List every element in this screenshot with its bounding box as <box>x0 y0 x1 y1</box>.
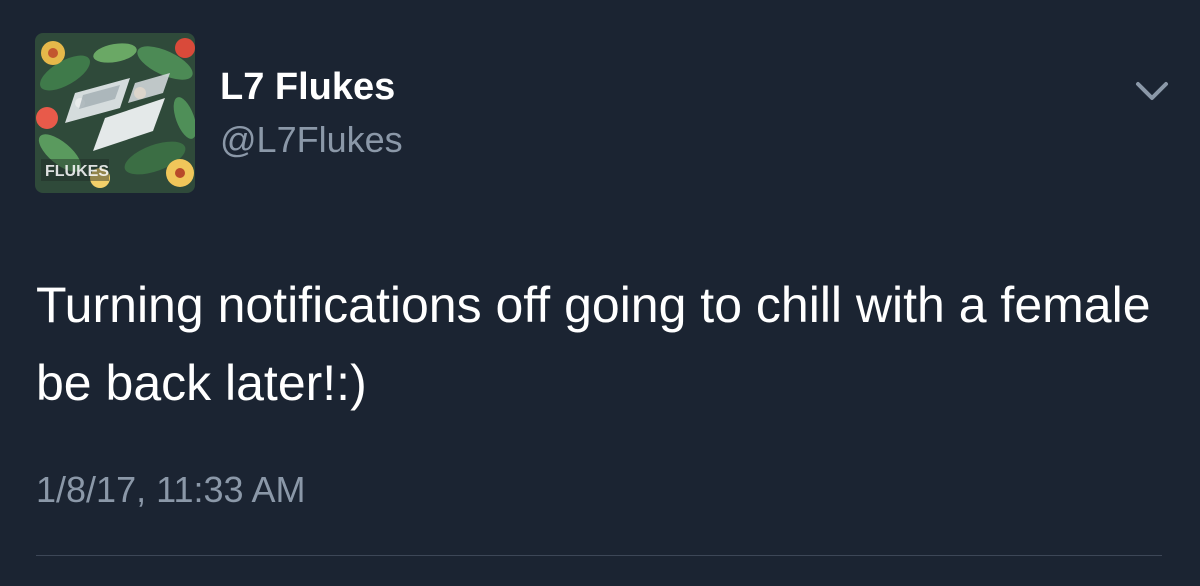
profile-avatar[interactable]: FLUKES <box>35 33 195 193</box>
user-handle[interactable]: @L7Flukes <box>220 118 403 162</box>
avatar-floral-logo-image: FLUKES <box>35 33 195 193</box>
tweet-timestamp: 1/8/17, 11:33 AM <box>36 469 306 510</box>
tweet-text: Turning notifications off going to chill… <box>36 277 1151 411</box>
divider <box>36 555 1162 556</box>
display-name[interactable]: L7 Flukes <box>220 64 395 110</box>
tweet-card: FLUKES L7 Flukes @L7Flukes Turning notif… <box>0 0 1200 586</box>
chevron-down-icon[interactable] <box>1132 74 1172 106</box>
svg-text:FLUKES: FLUKES <box>45 163 109 180</box>
